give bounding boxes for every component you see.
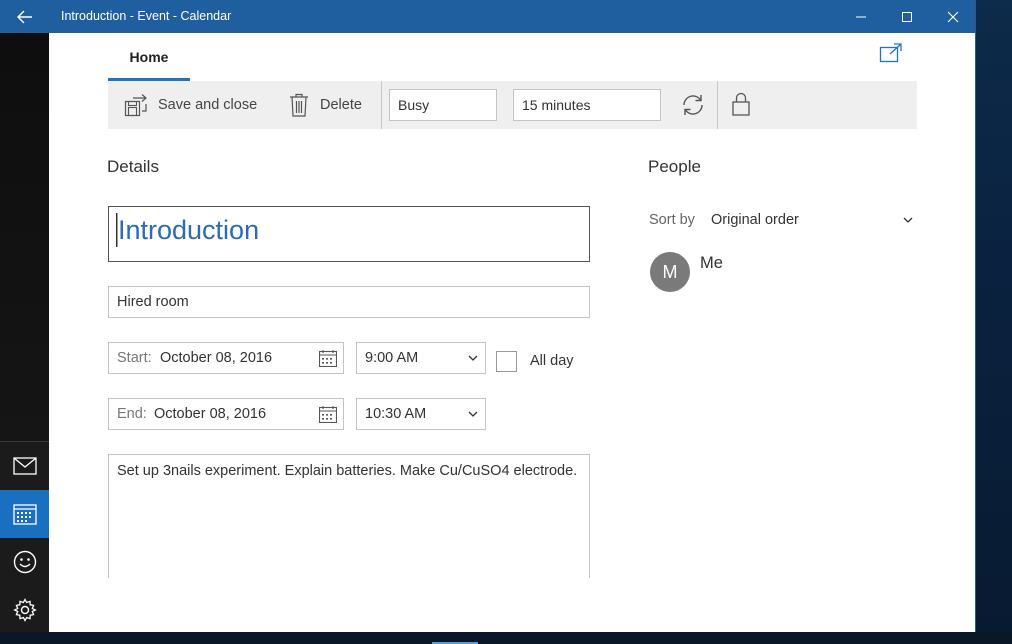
event-title-text: Introduction — [118, 215, 260, 245]
sort-by-dropdown[interactable]: Original order — [711, 212, 799, 228]
start-date-value: October 08, 2016 — [160, 350, 273, 366]
minimize-icon — [856, 16, 866, 17]
tab-home-label: Home — [129, 49, 169, 65]
delete-button[interactable]: Delete — [288, 81, 362, 129]
popout-button[interactable] — [879, 43, 905, 65]
chevron-down-icon — [468, 411, 478, 417]
popout-icon — [879, 43, 902, 63]
attendee-name[interactable]: Me — [700, 254, 723, 273]
left-nav-rail — [0, 33, 49, 632]
minimize-button[interactable] — [838, 0, 884, 33]
end-time-value: 10:30 AM — [365, 406, 427, 422]
calendar-window: Introduction - Event - Calendar Home Sav… — [0, 0, 976, 632]
repeat-button[interactable] — [680, 92, 706, 118]
start-time-value: 9:00 AM — [365, 350, 419, 366]
start-time-dropdown[interactable]: 9:00 AM — [356, 342, 486, 374]
rail-background — [0, 33, 49, 441]
start-date-field[interactable]: Start: October 08, 2016 — [108, 342, 344, 374]
end-date-field[interactable]: End: October 08, 2016 — [108, 398, 344, 430]
details-heading: Details — [107, 157, 159, 176]
all-day-checkbox[interactable] — [496, 351, 517, 372]
feedback-icon — [13, 550, 36, 574]
window-title: Introduction - Event - Calendar — [61, 9, 232, 23]
event-title-field[interactable]: Introduction — [108, 206, 590, 262]
save-and-close-label: Save and close — [158, 97, 258, 113]
close-icon — [947, 11, 959, 22]
trash-icon — [288, 93, 310, 117]
all-day-label: All day — [530, 353, 574, 369]
end-date-value: October 08, 2016 — [154, 406, 267, 422]
ribbon-tab-row: Home — [49, 33, 975, 81]
nav-calendar-button[interactable] — [0, 490, 49, 538]
start-label: Start: — [117, 350, 152, 366]
reminder-dropdown[interactable]: 15 minutes — [513, 89, 661, 121]
end-time-dropdown[interactable]: 10:30 AM — [356, 398, 486, 430]
chevron-down-icon[interactable] — [903, 215, 913, 225]
location-field[interactable]: Hired room — [108, 286, 590, 318]
repeat-icon — [683, 95, 703, 115]
chevron-down-icon — [468, 355, 478, 361]
nav-feedback-button[interactable] — [0, 538, 49, 586]
nav-settings-button[interactable] — [0, 586, 49, 632]
text-cursor — [116, 213, 118, 247]
sort-by-label: Sort by — [649, 212, 695, 228]
toolbar-separator — [381, 81, 382, 129]
calendar-icon — [12, 504, 37, 525]
toolbar-separator — [717, 81, 718, 129]
avatar: M — [650, 252, 690, 292]
private-button[interactable] — [731, 92, 753, 118]
maximize-icon — [902, 11, 912, 22]
event-notes-field[interactable]: Set up 3nails experiment. Explain batter… — [108, 454, 590, 578]
back-arrow-icon — [16, 10, 32, 23]
end-label: End: — [117, 406, 147, 422]
mail-icon — [12, 457, 37, 475]
delete-label: Delete — [320, 97, 362, 113]
save-and-close-button[interactable]: Save and close — [124, 81, 257, 129]
save-close-icon — [124, 93, 148, 117]
people-heading: People — [648, 157, 701, 176]
desktop-background — [976, 0, 1012, 644]
settings-icon — [12, 598, 37, 622]
taskbar — [0, 632, 1012, 644]
lock-icon — [732, 92, 750, 116]
tab-home[interactable]: Home — [108, 33, 190, 81]
title-bar: Introduction - Event - Calendar — [0, 0, 975, 33]
maximize-button[interactable] — [884, 0, 930, 33]
calendar-picker-icon — [319, 406, 337, 423]
calendar-picker-icon — [319, 350, 337, 367]
close-button[interactable] — [930, 0, 975, 33]
back-button[interactable] — [0, 0, 49, 33]
show-as-dropdown[interactable]: Busy — [389, 89, 497, 121]
event-toolbar: Save and close Delete Busy 15 minutes — [108, 81, 917, 129]
nav-mail-button[interactable] — [0, 442, 49, 490]
